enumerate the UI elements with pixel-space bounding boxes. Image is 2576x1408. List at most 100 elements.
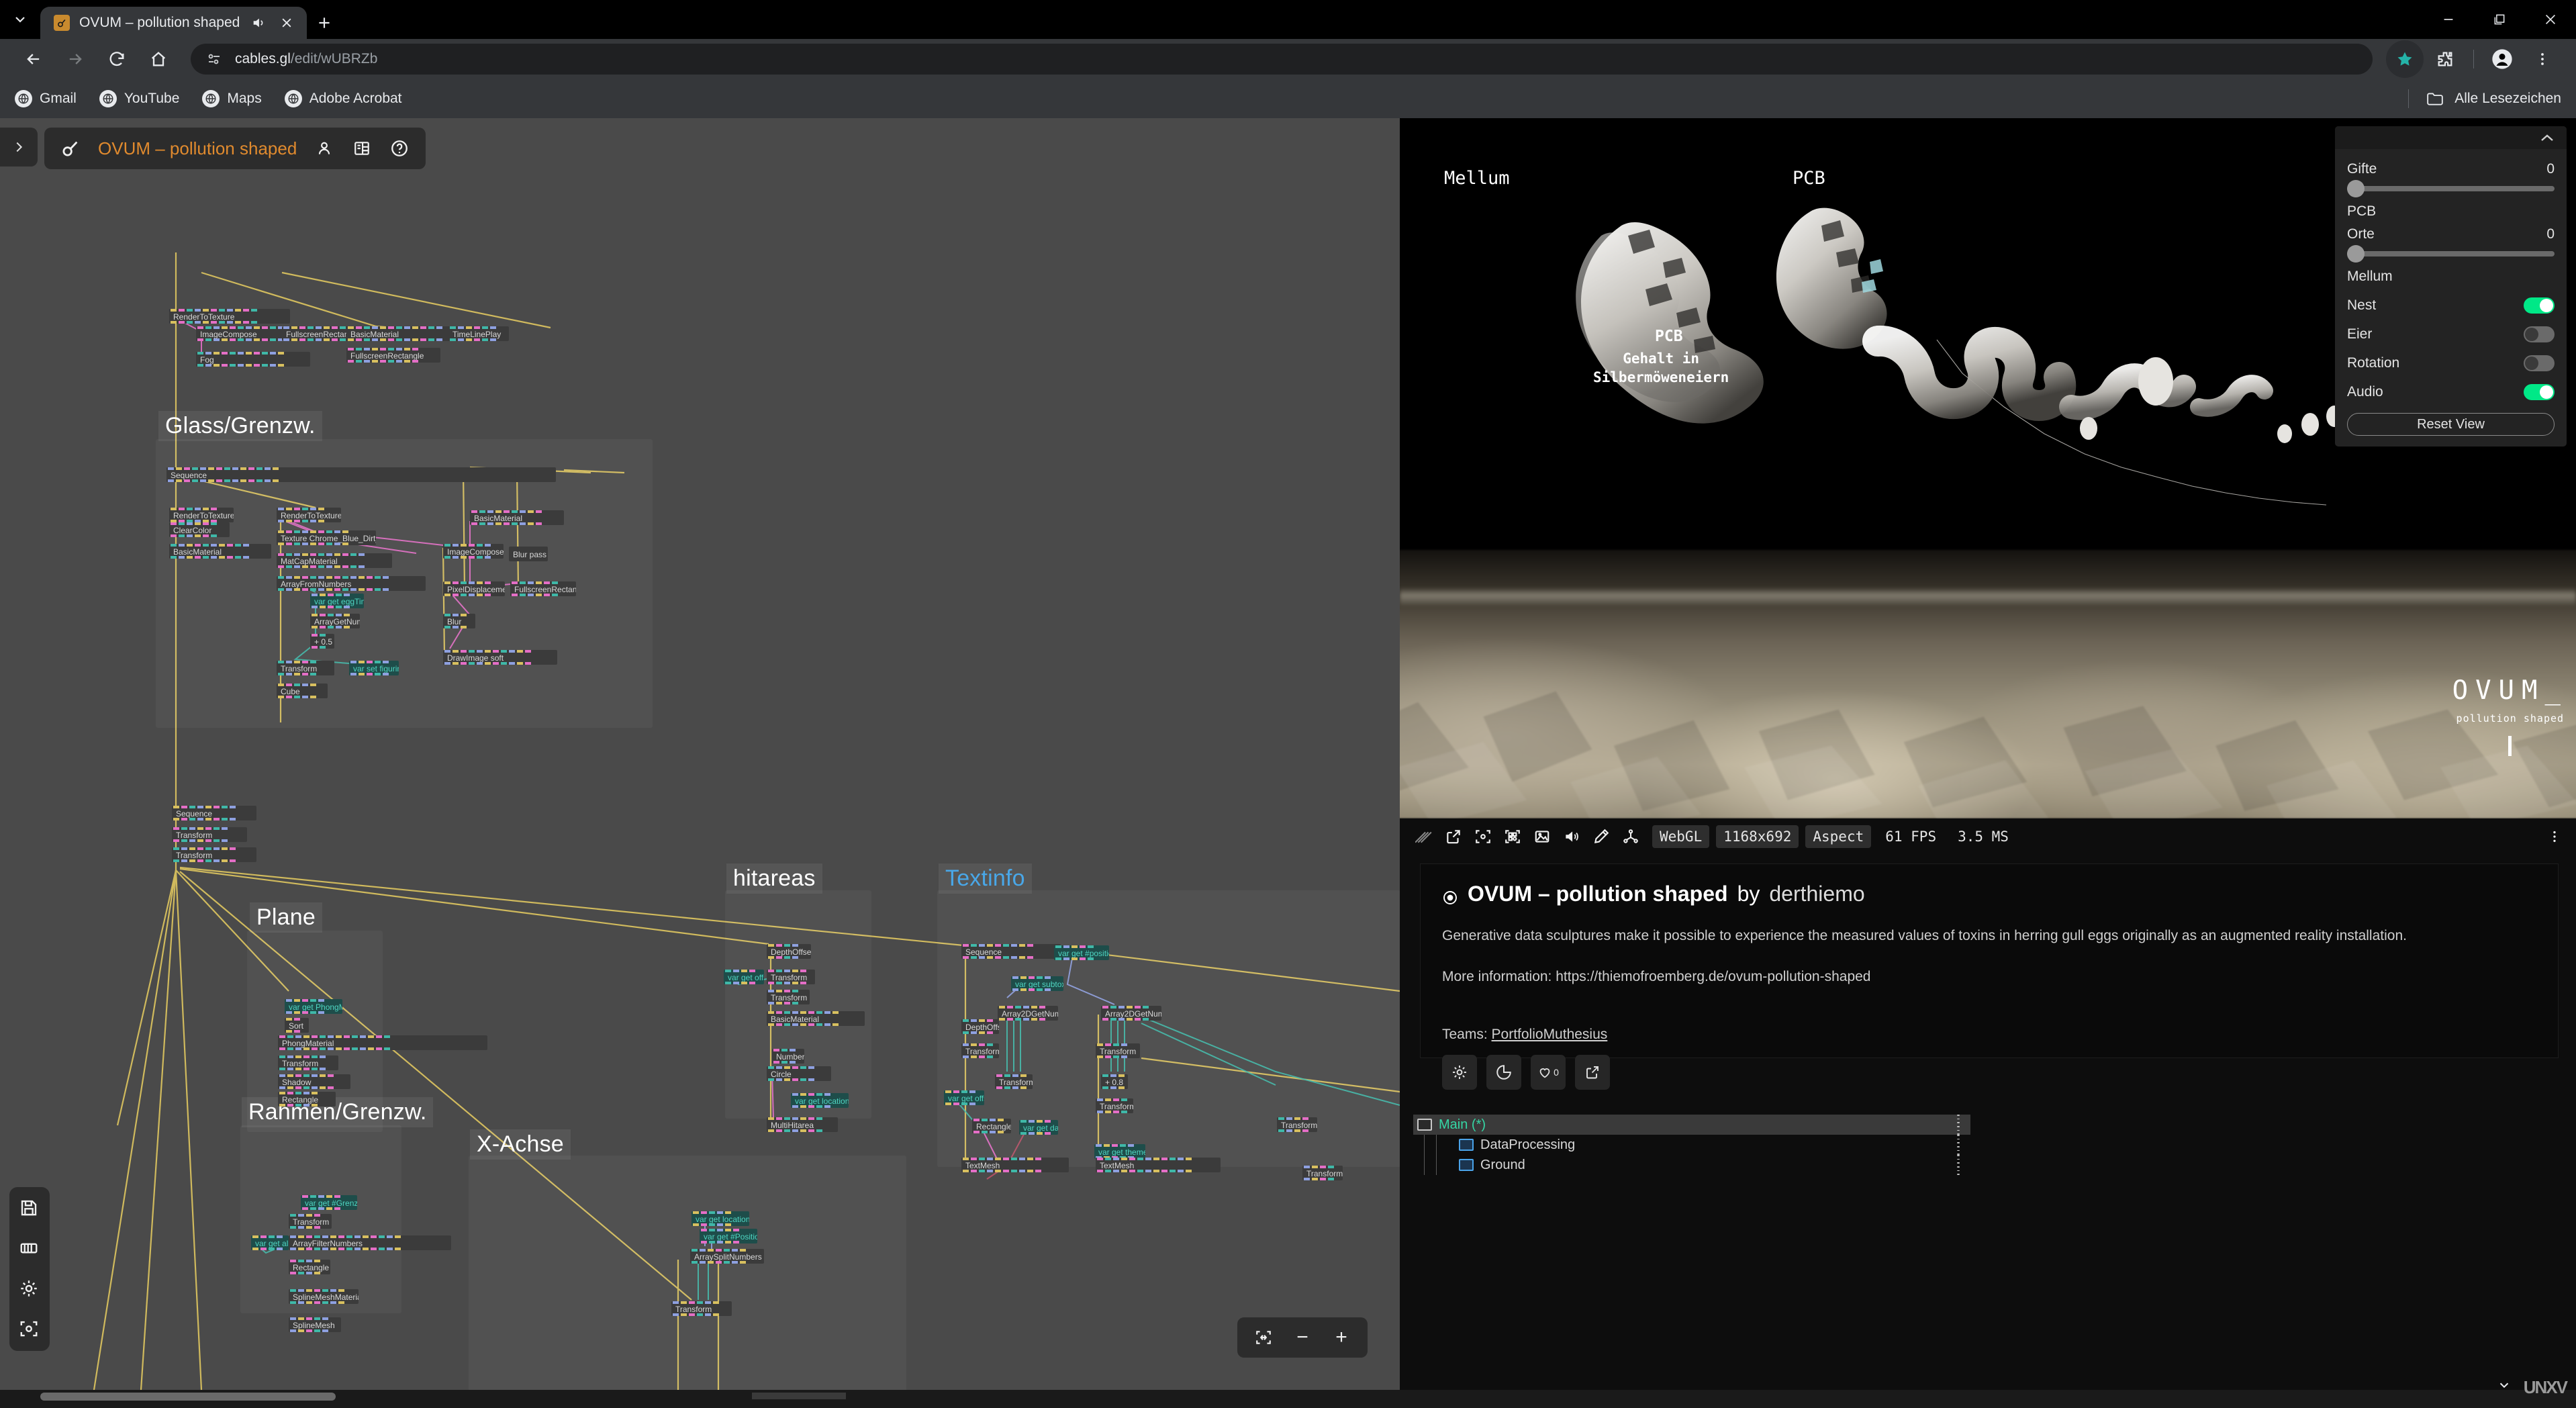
op-port[interactable] (1037, 976, 1043, 979)
op-port[interactable] (243, 544, 249, 547)
op-port[interactable] (1037, 1132, 1043, 1135)
op-port[interactable] (1312, 1178, 1318, 1180)
op-port[interactable] (444, 626, 450, 628)
patch-op[interactable]: RenderToTexture (277, 508, 341, 522)
op-port[interactable] (295, 1074, 301, 1077)
op-port[interactable] (444, 556, 450, 559)
op-port[interactable] (995, 956, 1001, 959)
op-port[interactable] (708, 1261, 714, 1264)
op-port[interactable] (338, 1289, 344, 1292)
op-port[interactable] (219, 556, 225, 559)
op-port[interactable] (302, 999, 308, 1002)
op-port[interactable] (303, 1092, 309, 1094)
op-port[interactable] (230, 818, 236, 820)
op-port[interactable] (298, 1317, 304, 1320)
patch-op[interactable]: ImageCompose (443, 544, 504, 559)
op-port[interactable] (485, 662, 491, 665)
op-port[interactable] (173, 818, 179, 820)
op-port[interactable] (701, 1241, 707, 1243)
op-port[interactable] (195, 508, 201, 510)
op-port[interactable] (270, 338, 276, 341)
op-port[interactable] (996, 1074, 1002, 1077)
op-port[interactable] (477, 581, 483, 584)
op-port[interactable] (363, 1248, 369, 1250)
op-port[interactable] (338, 1248, 344, 1250)
stats-icon[interactable] (1486, 1055, 1521, 1090)
op-port[interactable] (383, 576, 389, 579)
op-port[interactable] (312, 1055, 318, 1058)
op-port[interactable] (979, 956, 985, 959)
op-port[interactable] (277, 1248, 283, 1250)
op-port[interactable] (326, 1195, 332, 1198)
op-port[interactable] (359, 576, 365, 579)
op-port[interactable] (495, 510, 502, 513)
op-port[interactable] (330, 1248, 336, 1250)
patch-op[interactable]: Cube (277, 684, 328, 698)
op-port[interactable] (302, 520, 308, 522)
op-port[interactable] (700, 1249, 706, 1252)
op-port[interactable] (295, 1086, 301, 1089)
patch-op[interactable]: Rectangle (289, 1260, 330, 1274)
op-port[interactable] (384, 1035, 390, 1038)
op-port[interactable] (1020, 976, 1027, 979)
op-port[interactable] (213, 806, 220, 808)
op-port[interactable] (320, 614, 326, 616)
op-port[interactable] (262, 338, 268, 341)
op-port[interactable] (781, 1061, 788, 1064)
op-port[interactable] (776, 982, 782, 984)
op-port[interactable] (1129, 1170, 1135, 1172)
patch-op[interactable]: Transform (767, 970, 815, 984)
op-port[interactable] (963, 1019, 969, 1022)
op-port[interactable] (717, 1241, 723, 1243)
patch-op[interactable]: Circle (767, 1066, 831, 1081)
op-port[interactable] (733, 1229, 739, 1231)
op-port[interactable] (290, 1235, 296, 1238)
op-port[interactable] (776, 1066, 782, 1069)
op-port[interactable] (230, 847, 236, 850)
op-port[interactable] (222, 847, 228, 850)
op-port[interactable] (303, 1086, 309, 1089)
op-port[interactable] (298, 1289, 304, 1292)
op-port[interactable] (256, 467, 263, 470)
op-port[interactable] (336, 606, 342, 608)
op-port[interactable] (179, 556, 185, 559)
op-port[interactable] (1020, 988, 1027, 991)
op-port[interactable] (1121, 1098, 1127, 1101)
op-port[interactable] (363, 1235, 369, 1238)
op-port[interactable] (330, 1289, 336, 1292)
op-port[interactable] (1004, 1086, 1010, 1089)
op-port[interactable] (302, 661, 308, 663)
op-port[interactable] (302, 1207, 308, 1210)
patch-op[interactable]: Texture Chrome_Blue_Dirt_Wide (277, 530, 376, 545)
patch-op[interactable]: MatCapMaterial (277, 553, 392, 568)
op-port[interactable] (705, 1301, 711, 1304)
op-port[interactable] (359, 661, 365, 663)
op-port[interactable] (205, 847, 211, 850)
op-port[interactable] (469, 556, 475, 559)
op-port[interactable] (776, 1011, 782, 1014)
op-port[interactable] (342, 576, 348, 579)
op-port[interactable] (286, 684, 292, 686)
toggle-rotation[interactable] (2524, 355, 2555, 371)
op-port[interactable] (299, 338, 305, 341)
op-port[interactable] (286, 553, 292, 556)
op-port[interactable] (1045, 976, 1051, 979)
op-port[interactable] (294, 1018, 300, 1021)
op-port[interactable] (192, 479, 198, 482)
op-port[interactable] (1104, 1144, 1110, 1147)
op-port[interactable] (269, 1235, 275, 1238)
op-port[interactable] (1137, 1158, 1143, 1160)
window-close-button[interactable] (2525, 0, 2576, 39)
op-port[interactable] (326, 543, 332, 545)
op-port[interactable] (294, 508, 300, 510)
patch-op[interactable]: Transform (671, 1301, 732, 1316)
op-port[interactable] (318, 543, 324, 545)
op-port[interactable] (254, 326, 260, 329)
op-port[interactable] (171, 321, 177, 324)
op-port[interactable] (1312, 1166, 1318, 1168)
op-port[interactable] (342, 565, 348, 568)
op-port[interactable] (461, 626, 467, 628)
op-port[interactable] (224, 479, 230, 482)
op-port[interactable] (792, 982, 798, 984)
op-port[interactable] (171, 556, 177, 559)
